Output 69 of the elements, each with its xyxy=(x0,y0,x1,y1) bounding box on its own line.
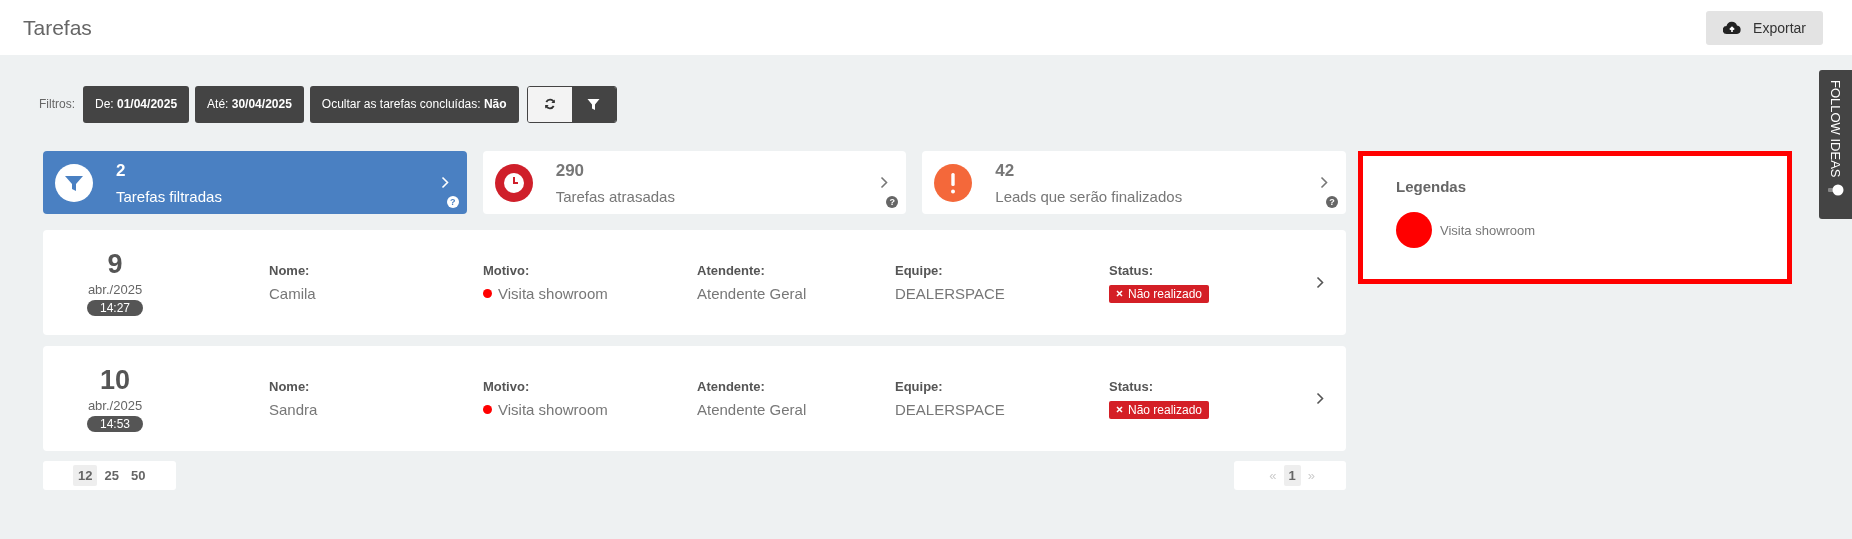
legend-title: Legendas xyxy=(1396,178,1468,195)
refresh-icon xyxy=(543,98,556,110)
field-value: Visita showroom xyxy=(483,401,697,418)
field-label: Equipe: xyxy=(895,263,944,278)
status-badge: Não realizado xyxy=(1109,400,1210,419)
lightbulb-icon xyxy=(1827,183,1844,196)
page-size-option[interactable]: 25 xyxy=(99,465,124,486)
field-value: Atendente Geral xyxy=(697,401,808,418)
card-label: Tarefas filtradas xyxy=(116,187,223,205)
page-size-option[interactable]: 50 xyxy=(125,465,151,486)
field-label: Atendente: xyxy=(697,263,766,278)
refresh-button[interactable] xyxy=(527,86,572,122)
summary-card[interactable]: 42 Leads que serão finalizados ? xyxy=(922,151,1346,214)
field-value: Sandra xyxy=(269,401,319,418)
filter-icon xyxy=(55,163,93,202)
filter-chip[interactable]: De: 01/04/2025 xyxy=(83,85,190,123)
field-label: Equipe: xyxy=(895,379,944,394)
close-icon xyxy=(1116,406,1123,413)
task-month: abr./2025 xyxy=(87,282,143,297)
cloud-upload-icon xyxy=(1723,20,1742,35)
card-count: 42 xyxy=(995,160,1016,181)
task-row[interactable]: 9 abr./2025 14:27 Nome: Camila Motivo: Visita showroom Atendente: Atendente Geral Equipe: DEALERSPACE Status: Não realizado xyxy=(43,230,1346,335)
help-icon[interactable]: ? xyxy=(446,196,459,208)
field-value: DEALERSPACE xyxy=(895,285,1006,302)
card-label: Tarefas atrasadas xyxy=(555,187,676,205)
chevron-right-icon xyxy=(440,176,449,189)
filter-button[interactable] xyxy=(571,86,616,122)
summary-card[interactable]: 2 Tarefas filtradas ? xyxy=(43,151,467,214)
page-size-option[interactable]: 12 xyxy=(73,465,98,486)
chevron-right-icon xyxy=(1320,176,1328,189)
task-month: abr./2025 xyxy=(87,398,143,413)
filter-icon xyxy=(587,97,601,111)
status-badge: Não realizado xyxy=(1109,284,1210,303)
task-row[interactable]: 10 abr./2025 14:53 Nome: Sandra Motivo: Visita showroom Atendente: Atendente Geral Equipe: DEALERSPACE Status: Não realizado xyxy=(43,346,1346,451)
task-time-badge: 14:27 xyxy=(87,300,143,316)
field-label: Nome: xyxy=(269,379,311,394)
field-value: Visita showroom xyxy=(483,285,697,302)
alert-icon xyxy=(934,163,973,202)
task-time-badge: 14:53 xyxy=(87,416,143,432)
summary-card[interactable]: 290 Tarefas atrasadas ? xyxy=(482,151,907,214)
field-value: Atendente Geral xyxy=(697,285,808,302)
field-label: Motivo: xyxy=(483,379,531,394)
filter-chip[interactable]: Até: 30/04/2025 xyxy=(195,85,304,123)
field-label: Atendente: xyxy=(697,379,766,394)
task-day: 10 xyxy=(99,365,130,396)
legend-label: Visita showroom xyxy=(1440,222,1536,238)
chevron-right-icon xyxy=(880,176,889,189)
clock-icon xyxy=(494,163,533,202)
follow-ideas-tab[interactable]: FOLLOW IDEAS xyxy=(1819,70,1852,219)
page-number[interactable]: 1 xyxy=(1283,465,1301,486)
close-icon xyxy=(1116,290,1123,297)
filter-chip[interactable]: Ocultar as tarefas concluídas: Não xyxy=(309,85,519,123)
filters-label: Filtros: xyxy=(39,97,75,111)
chevron-right-icon xyxy=(1316,276,1324,289)
field-label: Status: xyxy=(1109,262,1155,278)
task-day: 9 xyxy=(107,249,123,280)
field-label: Nome: xyxy=(269,263,311,278)
card-label: Leads que serão finalizados xyxy=(995,187,1184,205)
help-icon[interactable]: ? xyxy=(1326,196,1338,208)
card-count: 290 xyxy=(555,160,586,181)
export-button[interactable]: Exportar xyxy=(1706,10,1823,45)
field-label: Motivo: xyxy=(483,263,531,278)
field-value: DEALERSPACE xyxy=(895,401,1006,418)
field-value: Camila xyxy=(269,285,317,302)
page-title: Tarefas xyxy=(23,15,92,40)
help-icon[interactable]: ? xyxy=(886,196,899,208)
chevron-right-icon xyxy=(1316,392,1324,405)
card-count: 2 xyxy=(116,160,127,181)
field-label: Status: xyxy=(1109,378,1155,394)
